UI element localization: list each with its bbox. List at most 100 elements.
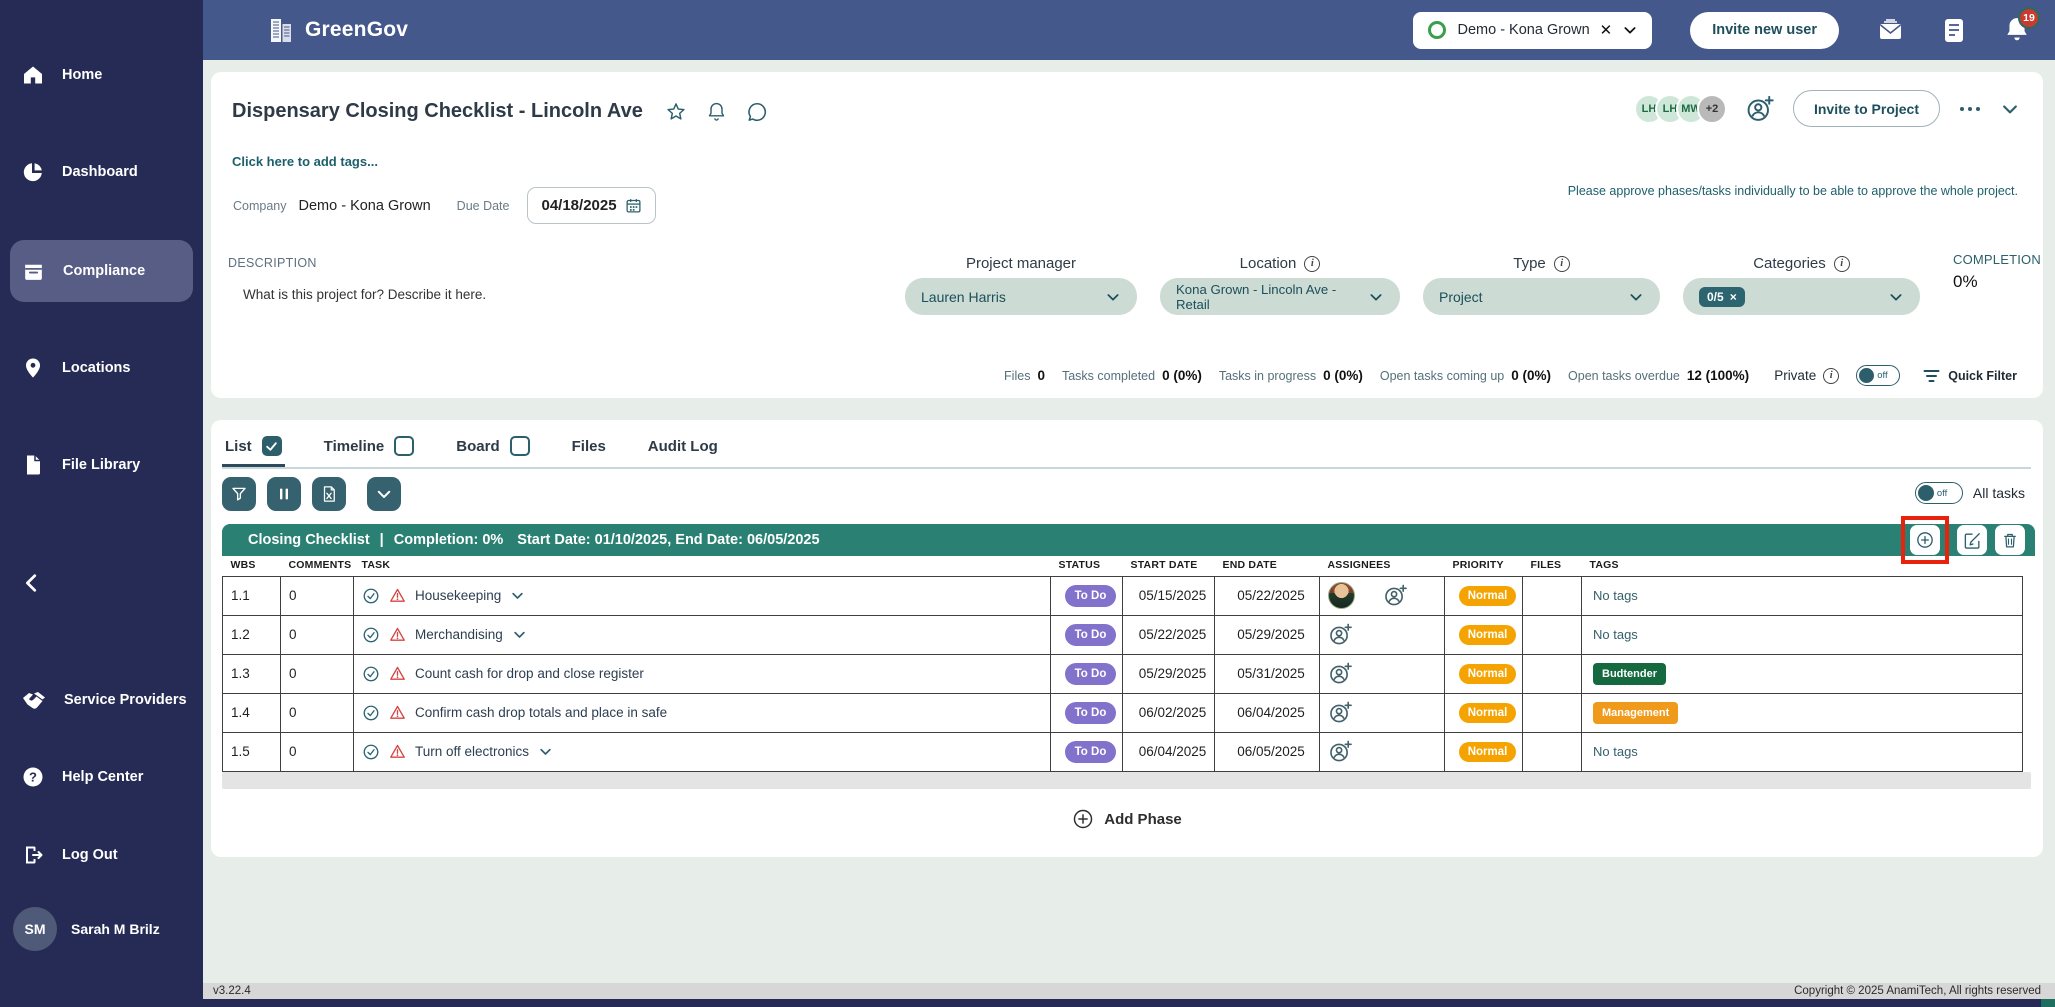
assignee-avatar-photo[interactable] (1328, 582, 1355, 609)
start-date-cell[interactable]: 06/04/2025 (1122, 731, 1215, 772)
tab-list[interactable]: List (222, 434, 285, 467)
add-assignee-icon[interactable] (1328, 661, 1353, 686)
comments-cell[interactable]: 0 (280, 653, 354, 694)
files-cell[interactable] (1522, 692, 1582, 733)
start-date-cell[interactable]: 05/29/2025 (1122, 653, 1215, 694)
timeline-checkbox[interactable] (394, 436, 415, 456)
add-phase-button[interactable]: Add Phase (211, 808, 2043, 830)
private-toggle[interactable]: off (1856, 365, 1901, 386)
edit-phase-button[interactable] (1957, 525, 1987, 555)
files-cell[interactable] (1522, 575, 1582, 616)
comments-cell[interactable]: 0 (280, 614, 354, 655)
task-name[interactable]: Confirm cash drop totals and place in sa… (415, 705, 667, 720)
delete-phase-button[interactable] (1995, 525, 2025, 555)
board-checkbox[interactable] (509, 436, 530, 456)
start-date-cell[interactable]: 05/22/2025 (1122, 614, 1215, 655)
add-tags-link[interactable]: Click here to add tags... (232, 154, 378, 169)
status-pill[interactable]: To Do (1064, 740, 1117, 763)
end-date-cell[interactable]: 06/04/2025 (1214, 692, 1320, 733)
horizontal-scrollbar[interactable] (222, 772, 2031, 789)
list-checkbox[interactable] (261, 436, 282, 456)
quick-filter-button[interactable]: Quick Filter (1923, 369, 2017, 383)
info-icon[interactable]: i (1553, 255, 1570, 272)
tab-board[interactable]: Board (453, 434, 532, 467)
sidebar-item-file-library[interactable]: File Library (0, 441, 203, 489)
sidebar-user[interactable]: SM Sarah M Brilz (0, 901, 203, 957)
check-circle-icon[interactable] (362, 587, 380, 605)
info-icon[interactable]: i (1304, 255, 1321, 272)
comments-cell[interactable]: 0 (280, 575, 354, 616)
more-options-icon[interactable] (1958, 105, 1982, 113)
end-date-cell[interactable]: 05/22/2025 (1214, 575, 1320, 616)
notes-icon[interactable] (1942, 17, 1966, 44)
task-name[interactable]: Housekeeping (415, 588, 501, 603)
check-circle-icon[interactable] (362, 665, 380, 683)
clear-company-icon[interactable]: ✕ (1600, 21, 1613, 39)
mail-icon[interactable] (1877, 17, 1904, 44)
tag-pill[interactable]: Management (1593, 701, 1679, 724)
chevron-down-icon[interactable] (510, 588, 525, 603)
star-icon[interactable] (665, 101, 687, 123)
sidebar-item-service-providers[interactable]: Service Providers (0, 676, 203, 724)
sidebar-item-compliance[interactable]: Compliance (10, 240, 193, 302)
comments-cell[interactable]: 0 (280, 692, 354, 733)
sidebar-item-home[interactable]: Home (0, 51, 203, 99)
tags-cell[interactable]: No tags (1593, 588, 1638, 603)
tab-files[interactable]: Files (569, 436, 609, 466)
comment-icon[interactable] (746, 101, 768, 123)
tags-cell[interactable]: No tags (1593, 744, 1638, 759)
priority-pill[interactable]: Normal (1458, 702, 1517, 723)
add-assignee-icon[interactable] (1383, 583, 1408, 608)
type-select[interactable]: Project (1423, 278, 1660, 315)
description-placeholder[interactable]: What is this project for? Describe it he… (243, 287, 486, 302)
chevron-down-icon[interactable] (538, 744, 553, 759)
notifications-bell[interactable]: 19 (2004, 7, 2040, 44)
start-date-cell[interactable]: 05/15/2025 (1122, 575, 1215, 616)
company-selector[interactable]: Demo - Kona Grown ✕ (1413, 11, 1653, 49)
sidebar-item-locations[interactable]: Locations (0, 344, 203, 392)
start-date-cell[interactable]: 06/02/2025 (1122, 692, 1215, 733)
end-date-cell[interactable]: 05/29/2025 (1214, 614, 1320, 655)
status-pill[interactable]: To Do (1064, 701, 1117, 724)
info-icon[interactable]: i (1833, 255, 1850, 272)
export-excel-button[interactable] (312, 477, 346, 511)
tab-audit-log[interactable]: Audit Log (645, 436, 721, 466)
chevron-down-icon[interactable] (1622, 22, 1638, 38)
task-name[interactable]: Turn off electronics (415, 744, 529, 759)
chevron-down-icon[interactable] (512, 627, 527, 642)
sidebar-item-log-out[interactable]: Log Out (0, 831, 203, 879)
member-avatars[interactable]: LH LH MW +2 (1633, 93, 1727, 124)
priority-pill[interactable]: Normal (1458, 663, 1517, 684)
due-date-field[interactable]: 04/18/2025 (527, 187, 656, 224)
info-icon[interactable]: i (1823, 367, 1840, 384)
location-select[interactable]: Kona Grown - Lincoln Ave - Retail (1160, 278, 1400, 315)
task-name[interactable]: Merchandising (415, 627, 503, 642)
pause-button[interactable] (267, 477, 301, 511)
end-date-cell[interactable]: 05/31/2025 (1214, 653, 1320, 694)
add-task-button[interactable] (1910, 525, 1940, 555)
add-assignee-icon[interactable] (1328, 700, 1353, 725)
tags-cell[interactable]: No tags (1593, 627, 1638, 642)
expand-toolbar-button[interactable] (367, 477, 401, 511)
check-circle-icon[interactable] (362, 743, 380, 761)
project-manager-select[interactable]: Lauren Harris (905, 278, 1137, 315)
collapse-card-icon[interactable] (2000, 99, 2020, 119)
priority-pill[interactable]: Normal (1458, 585, 1517, 606)
files-cell[interactable] (1522, 731, 1582, 772)
invite-new-user-button[interactable]: Invite new user (1690, 11, 1839, 49)
invite-to-project-button[interactable]: Invite to Project (1792, 90, 1940, 127)
status-pill[interactable]: To Do (1064, 623, 1117, 646)
end-date-cell[interactable]: 06/05/2025 (1214, 731, 1320, 772)
comments-cell[interactable]: 0 (280, 731, 354, 772)
sidebar-collapse-button[interactable] (0, 559, 203, 607)
check-circle-icon[interactable] (362, 704, 380, 722)
tag-pill[interactable]: Budtender (1593, 662, 1666, 685)
status-pill[interactable]: To Do (1064, 662, 1117, 685)
task-name[interactable]: Count cash for drop and close register (415, 666, 644, 681)
status-pill[interactable]: To Do (1064, 584, 1117, 607)
phase-header[interactable]: Closing Checklist | Completion: 0% Start… (222, 516, 2035, 564)
bell-outline-icon[interactable] (706, 101, 727, 123)
categories-chip[interactable]: 0/5 × (1699, 286, 1745, 307)
add-member-icon[interactable] (1745, 94, 1775, 124)
priority-pill[interactable]: Normal (1458, 624, 1517, 645)
